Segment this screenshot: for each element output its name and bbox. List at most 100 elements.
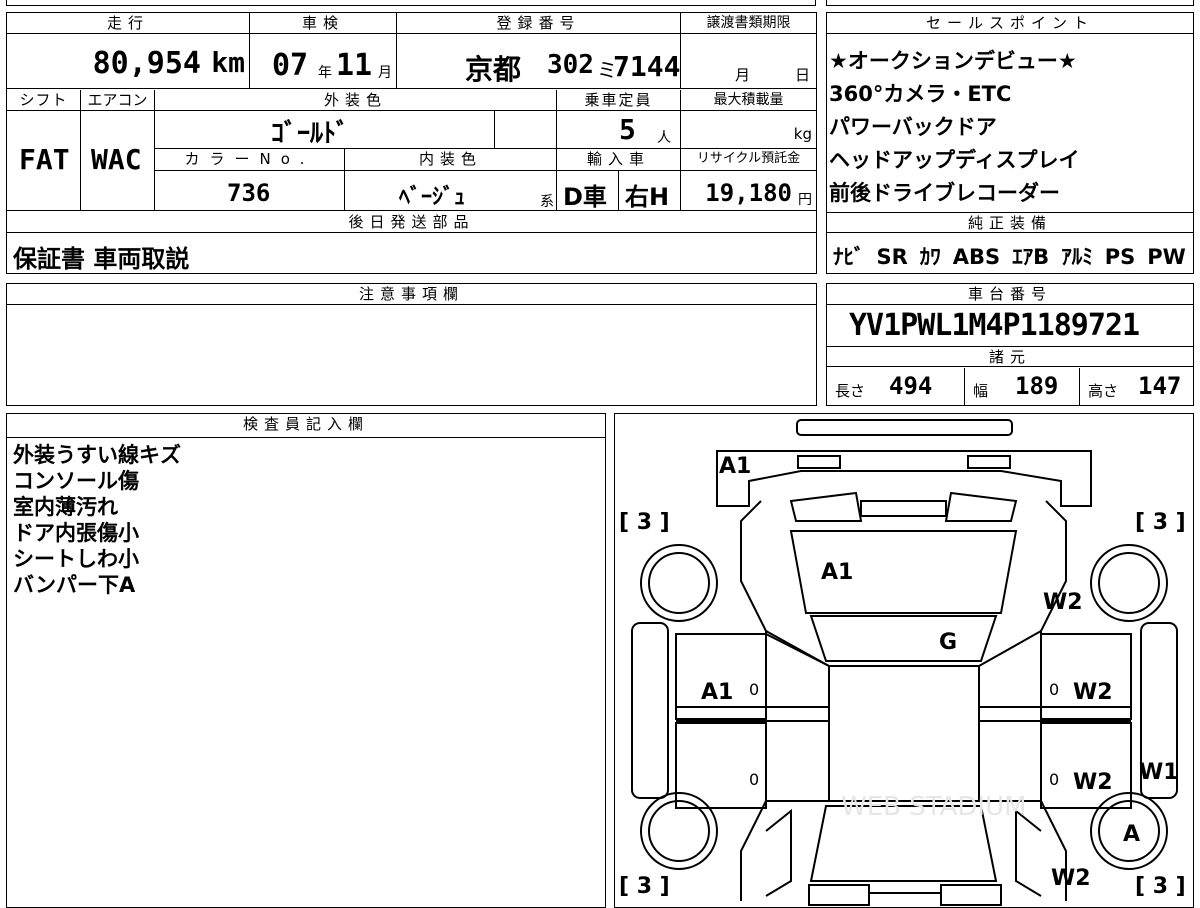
equipment-item: ｶﾜ [919,245,941,269]
inspector-line: ドア内張傷小 [13,521,139,545]
genuine-equipment-list: ﾅﾋﾞ SR ｶﾜ ABS ｴｱB ｱﾙﾐ PS PW [833,241,1186,271]
sales-point-item: ヘッドアップディスプレイ [829,148,1080,172]
capacity-cell: 5 人 [557,111,681,149]
watermark: WEB STADIUM [841,792,1027,822]
equipment-item: ABS [952,245,1001,269]
zero-mark: 0 [749,770,760,789]
mark-rr-door: W2 [1073,770,1113,795]
zero-mark: 0 [749,680,760,699]
inspection-month: 11 [336,48,373,83]
spec-length-label: 長さ [835,382,866,400]
chassis-label: 車台番号 [827,284,1193,305]
capacity-unit: 人 [657,130,671,146]
shift-cell: FAT [7,111,81,211]
inspector-line: バンパー下A [13,573,136,597]
exterior-cell: ｺﾞｰﾙﾄﾞ [155,111,495,149]
inspection-label: 車検 [250,13,397,34]
mark-roof-front: A1 [719,454,752,479]
mark-r-wheel: A [1123,822,1141,847]
year-unit: 年 [318,65,332,81]
mark-fl-fender: W2 [1043,590,1083,615]
mileage-label: 走行 [7,13,250,34]
spec-width-value: 189 [1015,372,1059,400]
chassis-box: 車台番号 YV1PWL1M4P1189721 諸元 長さ 494 幅 189 高… [826,283,1194,406]
registration-cell: 京都 302 ミ 7144 [397,34,681,89]
sales-points-box: セールスポイント ★オークションデビュー★ 360°カメラ・ETC パワーバック… [826,12,1194,274]
specs-label: 諸元 [827,346,1193,367]
colorno-value: 736 [227,179,271,207]
recycle-cell: 19,180 円 [681,171,816,211]
aircon-value: WAC [91,143,142,176]
inspector-box: 検査員記入欄 外装うすい線キズ コンソール傷 室内薄汚れ ドア内張傷小 シートし… [6,413,606,908]
equipment-item: ｴｱB [1012,245,1050,269]
maxload-label: 最大積載量 [681,90,816,111]
top-strip-right [826,0,1194,6]
tire-count-fl: [ 3 ] [619,510,670,535]
zero-mark: 0 [1049,770,1060,789]
import-label: 輸入車 [557,149,681,171]
aircon-label: エアコン [81,90,155,111]
inspector-line: シートしわ小 [13,547,139,571]
mark-r-quarter: W1 [1139,760,1179,785]
mark-rf-door: W2 [1073,680,1113,705]
import-dealer-cell: D車 [557,171,619,211]
sales-point-item: パワーバックドア [829,115,997,139]
colorno-label: カラーNo. [155,149,345,171]
sales-points-label: セールスポイント [827,13,1193,34]
tire-count-rr: [ 3 ] [1135,874,1186,899]
sales-points-list: ★オークションデビュー★ 360°カメラ・ETC パワーバックドア ヘッドアップ… [829,45,1189,210]
transfer-cell: 月 日 [681,34,816,89]
interior-value: ﾍﾞｰｼﾞｭ [399,185,466,210]
car-outline [631,419,1178,906]
sales-point-item: 前後ドライブレコーダー [829,181,1060,205]
interior-label: 内装色 [345,149,557,171]
notes-box: 注意事項欄 [6,283,817,406]
later-parts-value: 保証書 車両取説 [13,245,190,273]
transfer-label: 譲渡書類期限 [681,13,816,34]
import-dealer: D車 [563,183,607,211]
spec-length-value: 494 [889,372,933,400]
equipment-item: PS [1104,245,1136,269]
equipment-item: ｱﾙﾐ [1061,245,1093,269]
maxload-cell: kg [681,111,816,149]
shift-label: シフト [7,90,81,111]
inspection-cell: 07 年 11 月 [250,34,397,89]
equipment-item: ﾅﾋﾞ [833,245,865,269]
shift-value: FAT [19,143,70,176]
spec-width-cell: 幅 189 [965,368,1080,405]
equipment-item: SR [876,245,908,269]
inspector-line: 室内薄汚れ [13,495,118,519]
spec-height-value: 147 [1138,372,1182,400]
mark-lf-door: A1 [701,680,734,705]
mileage-value: 80,954 [92,46,201,81]
aircon-cell: WAC [81,111,155,211]
sales-point-item: 360°カメラ・ETC [829,82,1012,106]
mark-rear-right: W2 [1051,866,1091,891]
info-table: 走行 車検 登録番号 譲渡書類期限 80,954 km 07 年 11 月 京都… [6,12,817,274]
later-parts-label: 後日発送部品 [7,212,816,233]
notes-label: 注意事項欄 [7,284,816,305]
registration-class: 302 [547,50,594,80]
exterior-value: ｺﾞｰﾙﾄﾞ [271,119,350,149]
recycle-unit: 円 [798,192,812,208]
registration-region: 京都 [465,53,522,86]
spec-height-cell: 高さ 147 [1080,368,1193,405]
transfer-day: 日 [795,66,811,84]
inspector-lines: 外装うすい線キズ コンソール傷 室内薄汚れ ドア内張傷小 シートしわ小 バンパー… [13,442,181,598]
top-strip [6,0,816,6]
zero-mark: 0 [1049,680,1060,699]
inspector-label: 検査員記入欄 [7,414,605,438]
inspection-year: 07 [272,48,309,83]
sales-point-item: ★オークションデビュー★ [829,49,1077,73]
registration-number: 7144 [613,50,681,83]
inspector-line: コンソール傷 [13,469,139,493]
equipment-item: PW [1147,245,1186,269]
spec-width-label: 幅 [973,382,989,400]
car-diagram: [ 3 ] [ 3 ] [ 3 ] [ 3 ] A1 A1 W2 G A1 W2… [614,413,1194,908]
import-steering-cell: 右H [619,171,681,211]
spec-length-cell: 長さ 494 [827,368,965,405]
mark-hood: A1 [821,560,854,585]
month-unit: 月 [378,65,392,81]
genuine-equipment-label: 純正装備 [827,212,1193,233]
interior-suffix: 系 [540,194,554,210]
